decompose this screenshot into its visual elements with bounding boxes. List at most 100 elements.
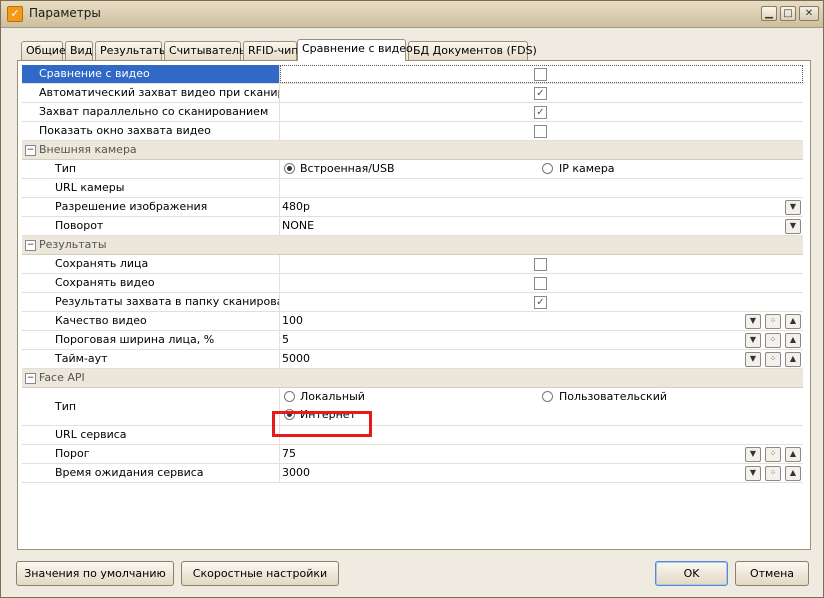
increment-icon[interactable]: ▲ (785, 447, 801, 462)
collapse-icon[interactable]: − (25, 240, 36, 251)
face-width-value[interactable]: 5 (282, 333, 289, 346)
tab-view[interactable]: Вид (65, 41, 93, 60)
increment-icon[interactable]: ▲ (785, 352, 801, 367)
row-service-url[interactable]: URL сервиса (22, 426, 803, 445)
ok-button[interactable]: OK (655, 561, 728, 586)
row-resolution[interactable]: Разрешение изображения 480p ▼ (22, 198, 803, 217)
radio-ip-camera[interactable] (542, 163, 553, 174)
timeout-value[interactable]: 5000 (282, 352, 310, 365)
row-results-folder[interactable]: Результаты захвата в папку сканирова... … (22, 293, 803, 312)
decrement-icon[interactable]: ▼ (745, 314, 761, 329)
collapse-icon[interactable]: − (25, 145, 36, 156)
increment-icon[interactable]: ▲ (785, 466, 801, 481)
row-service-wait[interactable]: Время ожидания сервиса 3000 ▼ ⁘ ▲ (22, 464, 803, 483)
maximize-icon[interactable]: □ (780, 6, 796, 21)
radio-builtin-usb-label[interactable]: Встроенная/USB (300, 160, 395, 178)
decrement-icon[interactable]: ▼ (745, 466, 761, 481)
video-quality-value[interactable]: 100 (282, 314, 303, 327)
checkbox-save-video[interactable] (534, 277, 547, 290)
reset-icon[interactable]: ⁘ (765, 466, 781, 481)
label-save-faces: Сохранять лица (22, 255, 280, 273)
camera-url-field[interactable] (280, 179, 803, 197)
category-results[interactable]: − Результаты (22, 236, 803, 255)
checkbox-save-faces[interactable] (534, 258, 547, 271)
decrement-icon[interactable]: ▼ (745, 333, 761, 348)
tab-results[interactable]: Результаты (95, 41, 168, 60)
label-timeout: Тайм-аут (22, 350, 280, 368)
reset-icon[interactable]: ⁘ (765, 333, 781, 348)
label-results-folder: Результаты захвата в папку сканирова... (22, 293, 280, 311)
tab-rfid[interactable]: RFID-чип (243, 41, 299, 60)
row-auto-capture[interactable]: Автоматический захват видео при сканиро.… (22, 84, 803, 103)
minimize-icon[interactable]: ▁ (761, 6, 777, 21)
row-face-width[interactable]: Пороговая ширина лица, % 5 ▼ ⁘ ▲ (22, 331, 803, 350)
label-auto-capture: Автоматический захват видео при сканиро.… (22, 84, 280, 102)
cancel-button[interactable]: Отмена (735, 561, 809, 586)
category-external-camera[interactable]: − Внешняя камера (22, 141, 803, 160)
increment-icon[interactable]: ▲ (785, 314, 801, 329)
radio-ip-camera-label[interactable]: IP камера (559, 160, 615, 178)
checkbox-compare-video[interactable] (534, 68, 547, 81)
label-camera-type: Тип (22, 160, 280, 178)
label-compare-video: Сравнение с видео (22, 65, 280, 83)
rotation-value[interactable]: NONE (282, 219, 314, 232)
row-video-quality[interactable]: Качество видео 100 ▼ ⁘ ▲ (22, 312, 803, 331)
tab-video-compare[interactable]: Сравнение с видео (297, 39, 413, 61)
title-bar: ✓ Параметры ▁ □ ✕ (1, 1, 823, 28)
checkbox-auto-capture[interactable]: ✓ (534, 87, 547, 100)
threshold-value[interactable]: 75 (282, 447, 296, 460)
label-service-wait: Время ожидания сервиса (22, 464, 280, 482)
reset-icon[interactable]: ⁘ (765, 314, 781, 329)
row-camera-url[interactable]: URL камеры (22, 179, 803, 198)
service-wait-value[interactable]: 3000 (282, 466, 310, 479)
label-save-video: Сохранять видео (22, 274, 280, 292)
resolution-value[interactable]: 480p (282, 200, 310, 213)
row-camera-type: Тип Встроенная/USB IP камера (22, 160, 803, 179)
settings-window: ✓ Параметры ▁ □ ✕ Общие Вид Результаты С… (0, 0, 824, 598)
highlight-box (272, 411, 372, 437)
reset-icon[interactable]: ⁘ (765, 352, 781, 367)
app-icon: ✓ (7, 6, 23, 22)
label-rotation: Поворот (22, 217, 280, 235)
chevron-down-icon[interactable]: ▼ (785, 200, 801, 215)
label-capture-parallel: Захват параллельно со сканированием (22, 103, 280, 121)
radio-builtin-usb[interactable] (284, 163, 295, 174)
collapse-icon[interactable]: − (25, 373, 36, 384)
tab-reader[interactable]: Считыватель (164, 41, 245, 60)
decrement-icon[interactable]: ▼ (745, 352, 761, 367)
decrement-icon[interactable]: ▼ (745, 447, 761, 462)
label-camera-url: URL камеры (22, 179, 280, 197)
increment-icon[interactable]: ▲ (785, 333, 801, 348)
radio-custom-label[interactable]: Пользовательский (559, 388, 667, 406)
property-panel: Сравнение с видео Автоматический захват … (17, 60, 811, 550)
defaults-button[interactable]: Значения по умолчанию (16, 561, 174, 586)
checkbox-show-capture-window[interactable] (534, 125, 547, 138)
label-threshold: Порог (22, 445, 280, 463)
checkbox-capture-parallel[interactable]: ✓ (534, 106, 547, 119)
close-icon[interactable]: ✕ (799, 6, 819, 21)
row-save-video[interactable]: Сохранять видео (22, 274, 803, 293)
tab-fds[interactable]: БД Документов (FDS) (408, 41, 537, 60)
row-save-faces[interactable]: Сохранять лица (22, 255, 803, 274)
property-grid: Сравнение с видео Автоматический захват … (22, 65, 803, 483)
row-timeout[interactable]: Тайм-аут 5000 ▼ ⁘ ▲ (22, 350, 803, 369)
row-capture-parallel[interactable]: Захват параллельно со сканированием ✓ (22, 103, 803, 122)
radio-custom[interactable] (542, 391, 553, 402)
reset-icon[interactable]: ⁘ (765, 447, 781, 462)
row-face-api-type: Тип Локальный Пользовательский Интернет (22, 388, 803, 426)
row-rotation[interactable]: Поворот NONE ▼ (22, 217, 803, 236)
row-threshold[interactable]: Порог 75 ▼ ⁘ ▲ (22, 445, 803, 464)
label-face-width: Пороговая ширина лица, % (22, 331, 280, 349)
category-title: Внешняя камера (39, 143, 137, 156)
row-compare-video[interactable]: Сравнение с видео (22, 65, 803, 84)
chevron-down-icon[interactable]: ▼ (785, 219, 801, 234)
radio-local-label[interactable]: Локальный (300, 388, 365, 406)
category-face-api[interactable]: − Face API (22, 369, 803, 388)
value-compare-video[interactable] (280, 65, 803, 83)
row-show-capture-window[interactable]: Показать окно захвата видео (22, 122, 803, 141)
speed-settings-button[interactable]: Скоростные настройки (181, 561, 339, 586)
radio-local[interactable] (284, 391, 295, 402)
tab-general[interactable]: Общие (21, 41, 66, 60)
checkbox-results-folder[interactable]: ✓ (534, 296, 547, 309)
category-title: Результаты (39, 238, 107, 251)
